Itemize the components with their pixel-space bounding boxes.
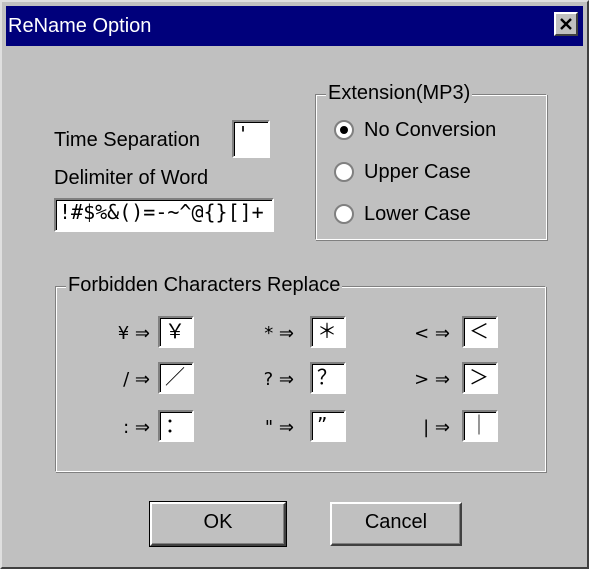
replace-field[interactable]: ／ xyxy=(158,362,194,394)
replace-field[interactable]: ＊ xyxy=(310,316,346,348)
title-bar: ReName Option xyxy=(6,6,583,46)
time-separation-field[interactable]: ' xyxy=(232,120,270,158)
replace-field[interactable]: ？ xyxy=(310,362,346,394)
replace-field[interactable]: ＜ xyxy=(462,316,498,348)
replace-field[interactable]: ￥ xyxy=(158,316,194,348)
forbidden-group-title: Forbidden Characters Replace xyxy=(66,274,343,296)
ok-button[interactable]: OK xyxy=(149,501,287,547)
radio-label: No Conversion xyxy=(364,119,497,141)
rename-option-dialog: ReName Option Time Separation ' Delimite… xyxy=(0,0,589,569)
forbidden-char-label: < ⇒ xyxy=(414,323,450,344)
delimiter-label: Delimiter of Word xyxy=(54,167,209,189)
extension-group-title: Extension(MP3) xyxy=(326,82,473,104)
close-icon xyxy=(560,18,572,30)
cancel-button[interactable]: Cancel xyxy=(330,502,462,546)
replace-field[interactable]: ＞ xyxy=(462,362,498,394)
forbidden-char-label: " ⇒ xyxy=(264,417,294,438)
radio-unselected-icon xyxy=(334,204,354,224)
time-separation-label: Time Separation xyxy=(54,129,200,151)
radio-selected-icon xyxy=(334,120,354,140)
forbidden-char-label: ? ⇒ xyxy=(263,369,294,390)
forbidden-char-label: / ⇒ xyxy=(123,369,150,390)
radio-unselected-icon xyxy=(334,162,354,182)
replace-field[interactable]: ： xyxy=(158,410,194,442)
forbidden-char-label: | ⇒ xyxy=(423,417,450,438)
forbidden-char-label: * ⇒ xyxy=(264,323,294,344)
window-title: ReName Option xyxy=(8,15,152,37)
forbidden-char-label: : ⇒ xyxy=(123,417,150,438)
replace-field[interactable]: ｜ xyxy=(462,410,498,442)
radio-label: Lower Case xyxy=(364,203,471,225)
replace-field[interactable]: ” xyxy=(310,410,346,442)
forbidden-char-label: > ⇒ xyxy=(414,369,450,390)
close-button[interactable] xyxy=(554,12,578,36)
delimiter-field[interactable]: !#$%&()=-~^@{}[]+ xyxy=(54,198,274,232)
forbidden-char-label: ¥ ⇒ xyxy=(117,323,150,344)
radio-label: Upper Case xyxy=(364,161,471,183)
